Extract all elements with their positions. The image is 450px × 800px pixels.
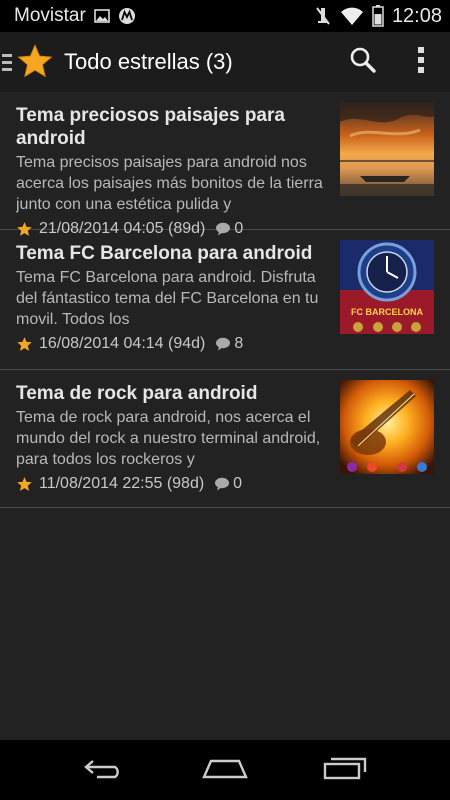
- image-icon: [93, 9, 110, 23]
- action-bar: Todo estrellas (3): [0, 32, 450, 92]
- star-icon[interactable]: [16, 476, 33, 493]
- thumbnail-fc-barcelona[interactable]: FC BARCELONA: [340, 240, 434, 334]
- item-title: Tema FC Barcelona para android: [16, 243, 313, 264]
- status-clock: 12:08: [391, 4, 442, 27]
- list-item[interactable]: Tema de rock para android Tema de rock p…: [0, 370, 450, 508]
- thumbnail-label: FC BARCELONA: [351, 307, 423, 317]
- list-item[interactable]: Tema FC Barcelona para android Tema FC B…: [0, 230, 450, 370]
- recent-apps-icon: [323, 756, 367, 785]
- star-icon[interactable]: [16, 336, 33, 353]
- item-date: 11/08/2014 22:55 (98d): [39, 475, 205, 492]
- comment-icon: [215, 337, 231, 351]
- home-button[interactable]: [190, 740, 260, 800]
- page-title: Todo estrellas (3): [64, 49, 233, 74]
- mute-icon: [314, 6, 332, 26]
- comment-count: 0: [233, 475, 243, 492]
- item-description: Tema FC Barcelona para android. Disfruta…: [16, 269, 319, 328]
- item-description: Tema precisos paisajes para android nos …: [16, 154, 323, 213]
- item-title: Tema de rock para android: [16, 383, 258, 404]
- search-icon: [349, 46, 377, 79]
- overflow-menu-icon: [417, 46, 425, 79]
- article-list: Tema preciosos paisajes para android Tem…: [0, 92, 450, 508]
- overflow-menu-button[interactable]: [392, 32, 450, 92]
- navigation-bar: [0, 740, 450, 800]
- recent-apps-button[interactable]: [310, 740, 380, 800]
- item-date: 16/08/2014 04:14 (94d): [39, 335, 206, 352]
- motorola-icon: [118, 7, 136, 25]
- list-item[interactable]: Tema preciosos paisajes para android Tem…: [0, 92, 450, 237]
- comment-icon: [214, 477, 230, 491]
- star-icon[interactable]: [16, 43, 54, 81]
- search-button[interactable]: [334, 32, 392, 92]
- battery-icon: [372, 5, 384, 27]
- thumbnail-landscape[interactable]: [340, 102, 434, 196]
- item-description: Tema de rock para android, nos acerca el…: [16, 409, 321, 468]
- back-icon: [83, 757, 127, 784]
- home-icon: [201, 757, 249, 784]
- comment-count: 8: [234, 335, 244, 352]
- item-title: Tema preciosos paisajes para android: [16, 105, 285, 149]
- drawer-icon[interactable]: [2, 53, 14, 71]
- wifi-icon: [340, 6, 364, 26]
- carrier-name: Movistar: [14, 5, 86, 26]
- thumbnail-rock-guitar[interactable]: [340, 380, 434, 474]
- back-button[interactable]: [70, 740, 140, 800]
- status-bar: Movistar 12:08: [0, 0, 450, 32]
